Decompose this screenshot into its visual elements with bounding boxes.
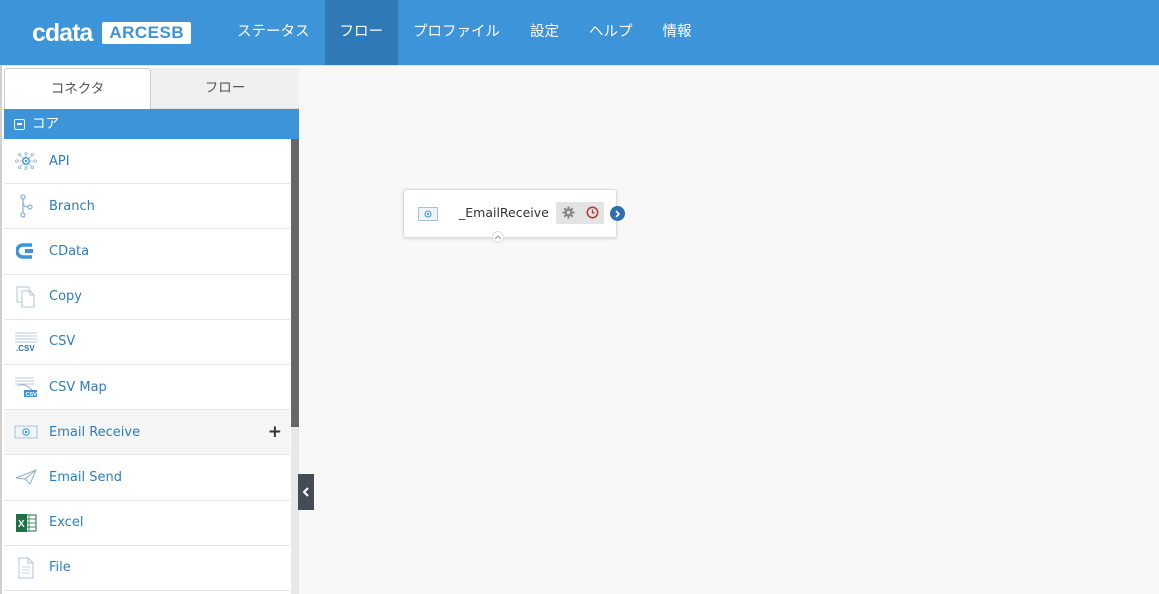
svg-text:X: X — [18, 519, 25, 530]
output-port-chevron-right-icon[interactable] — [610, 206, 625, 221]
list-item-api[interactable]: API — [4, 139, 290, 185]
list-item-label: File — [49, 560, 71, 576]
list-item-label: Branch — [49, 198, 95, 214]
branch-icon — [14, 194, 38, 218]
list-item-label: API — [49, 153, 70, 169]
flow-canvas[interactable] — [297, 66, 1159, 594]
list-item-csv[interactable]: .CSV CSV — [4, 319, 290, 365]
panel-tabs: コネクタ フロー — [4, 68, 299, 109]
list-item-label: CData — [49, 243, 90, 259]
csv-map-icon: CSV — [14, 375, 38, 399]
list-item-cdata[interactable]: CData — [4, 229, 290, 275]
file-icon — [14, 556, 38, 580]
tab-flows[interactable]: フロー — [151, 68, 299, 109]
list-item-excel[interactable]: X Excel — [4, 500, 290, 546]
flow-node-email-receive[interactable]: _EmailReceive — [403, 189, 625, 243]
list-item-branch[interactable]: Branch — [4, 184, 290, 230]
svg-text:.CSV: .CSV — [16, 344, 35, 353]
node-actions — [556, 202, 604, 224]
list-item-label: Excel — [49, 515, 84, 531]
excel-icon: X — [14, 511, 38, 535]
gear-icon[interactable] — [562, 204, 575, 223]
list-item-label: Email Send — [49, 469, 122, 485]
cdata-icon — [14, 239, 38, 263]
email-receive-icon — [418, 206, 438, 221]
connector-list: API Branch CData Copy .CSV CSV CSV CSV M… — [4, 139, 290, 594]
svg-text:CSV: CSV — [26, 392, 38, 398]
list-item-label: Copy — [49, 289, 82, 305]
nav-status[interactable]: ステータス — [222, 0, 325, 65]
list-item-file[interactable]: File — [4, 545, 290, 591]
list-item-label: Email Receive — [49, 424, 141, 440]
list-item-label: CSV — [49, 334, 76, 350]
tab-connectors[interactable]: コネクタ — [4, 68, 151, 109]
email-send-icon — [14, 465, 38, 489]
main-nav: ステータス フロー プロファイル 設定 ヘルプ 情報 — [222, 0, 707, 65]
section-core-header[interactable]: コア — [4, 109, 299, 139]
csv-icon: .CSV — [14, 330, 38, 354]
list-item-csv-map[interactable]: CSV CSV Map — [4, 364, 290, 411]
nav-profile[interactable]: プロファイル — [398, 0, 515, 65]
logo-product-badge: ARCESB — [102, 22, 192, 44]
input-port-chevron-up-icon[interactable] — [492, 231, 504, 243]
collapse-panel-button[interactable] — [298, 474, 314, 510]
list-item-label: CSV Map — [49, 379, 107, 395]
copy-icon — [14, 285, 38, 309]
nav-flows[interactable]: フロー — [324, 0, 398, 65]
clock-icon[interactable] — [586, 204, 599, 223]
chevron-left-icon — [302, 487, 309, 497]
section-title: コア — [32, 116, 59, 132]
list-scrollbar[interactable] — [291, 139, 299, 594]
connector-panel: コネクタ フロー コア API Branch CData Copy .CSV C… — [0, 66, 299, 594]
list-item-email-receive[interactable]: Email Receive + — [4, 410, 290, 456]
add-plus-icon[interactable]: + — [268, 422, 282, 442]
collapse-minus-icon — [14, 118, 25, 130]
list-item-copy[interactable]: Copy — [4, 274, 290, 320]
logo[interactable]: cdata ARCESB — [32, 19, 192, 47]
email-receive-icon — [14, 420, 38, 444]
nav-about[interactable]: 情報 — [648, 0, 707, 65]
node-label: _EmailReceive — [459, 205, 549, 220]
api-icon — [14, 149, 38, 173]
list-item-email-send[interactable]: Email Send — [4, 455, 290, 501]
scrollbar-thumb[interactable] — [291, 139, 299, 427]
logo-cdata: cdata — [32, 19, 93, 47]
nav-settings[interactable]: 設定 — [515, 0, 574, 65]
nav-help[interactable]: ヘルプ — [574, 0, 648, 65]
top-bar: cdata ARCESB ステータス フロー プロファイル 設定 ヘルプ 情報 — [0, 0, 1159, 66]
